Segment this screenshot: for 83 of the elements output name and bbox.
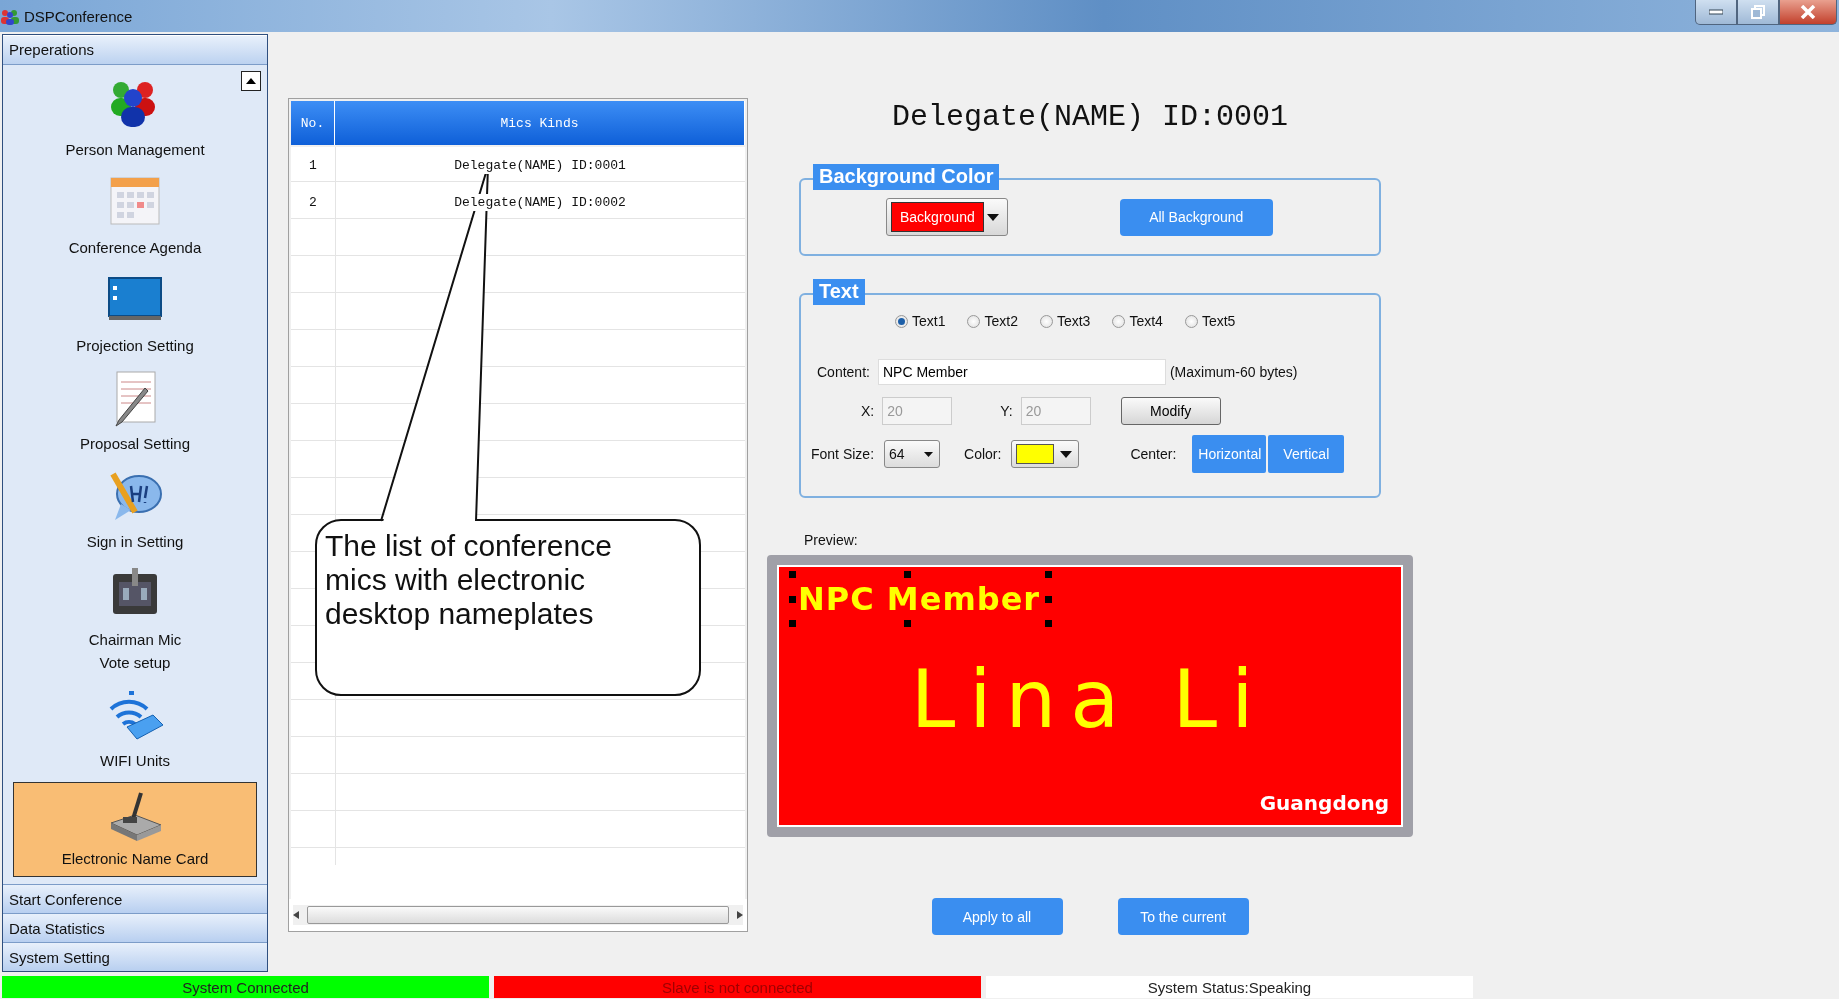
scroll-up-button[interactable]: [241, 71, 261, 91]
radio-label: Text2: [984, 313, 1018, 329]
selection-handle[interactable]: [1045, 620, 1053, 627]
sidebar-item-label: Electronic Name Card: [61, 849, 209, 869]
sidebar-item-label: Sign in Setting: [86, 532, 184, 552]
sidebar-item[interactable]: Projection Setting: [13, 269, 257, 364]
selection-handle[interactable]: [789, 620, 796, 627]
window-title: DSPConference: [24, 7, 133, 25]
restore-icon: [1751, 5, 1765, 19]
dropdown-arrow-icon: [986, 213, 999, 221]
field-label: Y:: [1000, 403, 1013, 419]
color-swatch: Background: [891, 202, 984, 232]
radio-button[interactable]: [1112, 314, 1126, 328]
radio-label: Text5: [1201, 313, 1236, 329]
up-arrow-icon: [246, 78, 256, 84]
app-people-icon: [0, 7, 20, 25]
sidebar-item[interactable]: Proposal Setting: [13, 367, 257, 462]
selection-handle[interactable]: [1045, 596, 1053, 603]
sidebar-section[interactable]: Data Statistics: [3, 913, 267, 942]
sidebar-item-label: Proposal Setting: [79, 434, 191, 454]
sidebar-item-label: WIFI Units: [100, 751, 170, 771]
close-button[interactable]: [1779, 0, 1837, 25]
sidebar-item[interactable]: Chairman Mic Vote setup: [13, 563, 257, 681]
sidebar-item[interactable]: Conference Agenda: [13, 171, 257, 266]
selection-handle[interactable]: [789, 571, 796, 578]
sidebar-section[interactable]: Start Conference: [3, 884, 267, 913]
sidebar-item[interactable]: Electronic Name Card: [13, 782, 257, 877]
nameplate-text: Guangdong: [1259, 791, 1389, 815]
left-arrow-icon: [293, 911, 299, 919]
field-label: Color:: [964, 446, 1002, 462]
color-dropdown[interactable]: [1011, 440, 1080, 468]
radio-label: Text4: [1129, 313, 1163, 329]
sidebar-item-label: Chairman Mic Vote setup: [88, 630, 182, 673]
font-size-dropdown[interactable]: 64: [884, 440, 941, 468]
modify-button[interactable]: Modify: [1120, 397, 1221, 425]
sidebar-item-label: Projection Setting: [76, 336, 194, 356]
nameplate-text: NPC Member: [798, 580, 1041, 618]
hint-text: (Maximum-60 bytes): [1169, 364, 1298, 380]
sidebar-section[interactable]: System Setting: [3, 942, 267, 971]
close-icon: [1800, 5, 1816, 19]
sidebar-item-label: Person Management: [65, 140, 205, 160]
nameplate-text: Lina Li: [910, 652, 1268, 746]
selection-handle[interactable]: [789, 596, 796, 603]
selection-handle[interactable]: [1045, 571, 1053, 578]
dropdown-arrow-icon: [924, 451, 934, 457]
content-field[interactable]: NPC Member: [877, 359, 1166, 385]
callout: The list of conference mics with electronic desktop nameplates: [315, 519, 701, 696]
minimize-icon: [1709, 9, 1723, 15]
sidebar-item[interactable]: WIFI Units: [13, 684, 257, 779]
minimize-button[interactable]: [1695, 0, 1737, 25]
table-cell: Delegate(NAME) ID:0001: [454, 157, 626, 174]
radio-button[interactable]: [1184, 314, 1198, 328]
status-segment: Slave is not connected: [494, 976, 981, 998]
dropdown-arrow-icon: [1060, 450, 1073, 458]
field-label: Font Size:: [811, 446, 875, 462]
group-legend: Background Color: [813, 164, 1000, 190]
field-label: X:: [861, 403, 875, 419]
horizontal-scrollbar[interactable]: [293, 905, 743, 925]
status-segment: System Connected: [2, 976, 489, 998]
field-label: Content:: [817, 364, 870, 380]
background-dropdown[interactable]: Background: [886, 198, 1008, 236]
sidebar-header[interactable]: Preperations: [3, 35, 267, 65]
sidebar-item-label: Conference Agenda: [68, 238, 202, 258]
status-segment: System Status:Speaking: [986, 976, 1473, 998]
radio-button[interactable]: [1039, 314, 1053, 328]
sidebar-item[interactable]: Sign in Setting: [13, 465, 257, 560]
mic-title: Delegate(NAME) ID:0001: [891, 100, 1289, 136]
preview-label: Preview:: [804, 532, 858, 548]
group-legend: Text: [813, 279, 865, 305]
dropdown-value: 64: [889, 446, 905, 462]
column-header[interactable]: Mics Kinds: [335, 101, 745, 145]
restore-button[interactable]: [1737, 0, 1779, 25]
field-label: Center:: [1130, 446, 1177, 462]
right-arrow-icon: [737, 911, 743, 919]
radio-label: Text3: [1056, 313, 1091, 329]
table-cell: Delegate(NAME) ID:0002: [454, 194, 626, 211]
selection-handle[interactable]: [904, 571, 912, 578]
column-header[interactable]: No.: [291, 101, 335, 145]
selection-handle[interactable]: [904, 620, 912, 627]
radio-label: Text1: [912, 313, 946, 329]
sidebar-item[interactable]: Person Management: [13, 73, 257, 168]
radio-button[interactable]: [967, 314, 981, 328]
radio-button[interactable]: [895, 314, 908, 328]
